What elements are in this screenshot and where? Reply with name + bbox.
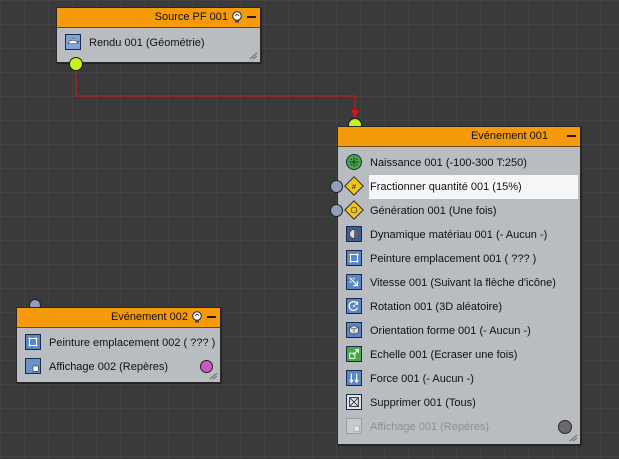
operator-row[interactable]: Peinture emplacement 002 ( ??? ): [17, 331, 220, 355]
operator-label: Rotation 001 (3D aléatoire): [370, 301, 503, 313]
display-icon: [346, 418, 362, 434]
minimize-icon[interactable]: [567, 135, 576, 137]
source-node-header[interactable]: Source PF 001: [57, 8, 260, 28]
operator-label: Affichage 002 (Repères): [49, 361, 169, 373]
birth-icon: [346, 154, 362, 170]
material-icon: [346, 226, 362, 242]
operator-label: Supprimer 001 (Tous): [370, 397, 476, 409]
operator-label: Peinture emplacement 001 ( ??? ): [370, 253, 537, 265]
node-title: Source PF 001: [154, 11, 228, 23]
operator-row[interactable]: Rendu 001 (Géométrie): [57, 31, 260, 55]
operator-label: Orientation forme 001 (- Aucun -): [370, 325, 531, 337]
operator-row[interactable]: Naissance 001 (-100-300 T:250): [338, 151, 580, 175]
operator-label: Dynamique matériau 001 (- Aucun -): [370, 229, 548, 241]
rotation-icon: [346, 298, 362, 314]
event-002-header[interactable]: Evénement 002: [17, 308, 220, 328]
resize-grip-icon[interactable]: [208, 372, 218, 380]
event-002-node[interactable]: Evénement 002 Peinture emplacement 002 (…: [16, 307, 221, 383]
operator-row[interactable]: Affichage 002 (Repères): [17, 355, 220, 379]
node-title: Evénement 002: [110, 311, 188, 323]
operator-row-disabled[interactable]: Affichage 001 (Repères): [338, 415, 580, 439]
position-icon: [25, 334, 41, 350]
display-icon: [25, 358, 41, 374]
operator-row[interactable]: Peinture emplacement 001 ( ??? ): [338, 247, 580, 271]
operator-label: Rendu 001 (Géométrie): [89, 37, 205, 49]
output-socket[interactable]: [69, 57, 83, 71]
operator-row[interactable]: Rotation 001 (3D aléatoire): [338, 295, 580, 319]
event-001-node[interactable]: Evénement 001 Naissance 001 (-100-300 T:…: [330, 126, 581, 445]
test-output-socket[interactable]: [330, 180, 343, 193]
operator-label: Vitesse 001 (Suivant la flèche d'icône): [370, 277, 556, 289]
operator-label: Force 001 (- Aucun -): [370, 373, 474, 385]
operator-label: Echelle 001 (Ecraser une fois): [370, 349, 518, 361]
operator-row[interactable]: Vitesse 001 (Suivant la flèche d'icône): [338, 271, 580, 295]
event-001-header[interactable]: Evénement 001: [338, 127, 580, 147]
source-node[interactable]: Source PF 001 Rendu 001 (Géométrie): [56, 7, 261, 63]
operator-row[interactable]: Supprimer 001 (Tous): [338, 391, 580, 415]
delete-icon: [346, 394, 362, 410]
lightbulb-icon[interactable]: [191, 311, 203, 323]
operator-label: Peinture emplacement 002 ( ??? ): [49, 337, 216, 349]
resize-grip-icon[interactable]: [568, 434, 578, 442]
shape-facing-icon: [346, 322, 362, 338]
operator-row[interactable]: Force 001 (- Aucun -): [338, 367, 580, 391]
lightbulb-icon[interactable]: [231, 11, 243, 23]
split-amount-icon: #: [344, 176, 364, 196]
force-icon: [346, 370, 362, 386]
speed-icon: [346, 274, 362, 290]
position-icon: [346, 250, 362, 266]
resize-grip-icon[interactable]: [248, 52, 258, 60]
spawn-icon: [344, 200, 364, 220]
display-color-swatch[interactable]: [558, 420, 572, 434]
node-title: Evénement 001: [470, 130, 548, 142]
operator-row[interactable]: Orientation forme 001 (- Aucun -): [338, 319, 580, 343]
operator-row[interactable]: Dynamique matériau 001 (- Aucun -): [338, 223, 580, 247]
test-output-socket[interactable]: [330, 204, 343, 217]
minimize-icon[interactable]: [247, 16, 256, 18]
operator-row-selected[interactable]: # Fractionner quantité 001 (15%): [330, 175, 580, 199]
operator-label: Génération 001 (Une fois): [370, 205, 497, 217]
operator-label: Fractionner quantité 001 (15%): [369, 175, 578, 199]
teapot-icon: [65, 34, 81, 50]
operator-row[interactable]: Echelle 001 (Ecraser une fois): [338, 343, 580, 367]
operator-label: Affichage 001 (Repères): [370, 421, 490, 433]
operator-label: Naissance 001 (-100-300 T:250): [370, 157, 527, 169]
minimize-icon[interactable]: [207, 316, 216, 318]
scale-icon: [346, 346, 362, 362]
svg-text:#: #: [352, 182, 357, 191]
operator-row[interactable]: Génération 001 (Une fois): [330, 199, 580, 223]
